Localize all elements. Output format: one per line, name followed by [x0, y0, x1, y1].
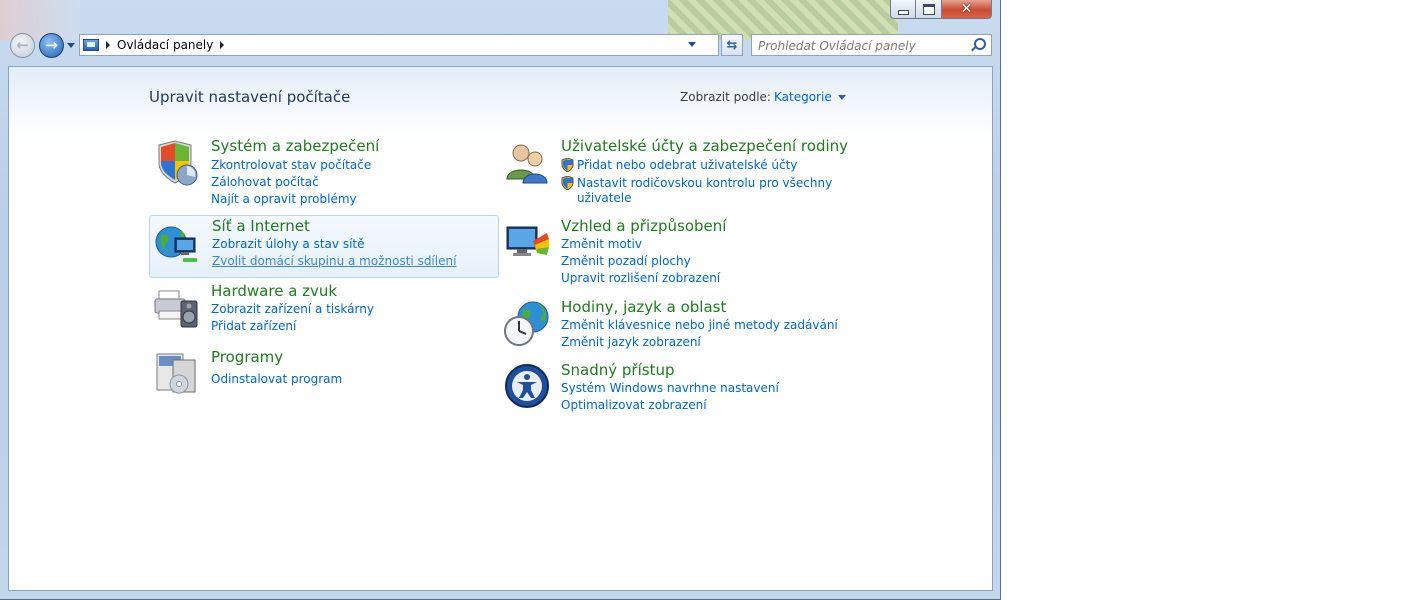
link-homegroup-sharing[interactable]: Zvolit domácí skupinu a možnosti sdílení [212, 254, 456, 268]
shield-computer-icon [158, 140, 198, 186]
link-change-desktop-background[interactable]: Změnit pozadí plochy [561, 254, 691, 268]
link-windows-suggest-settings[interactable]: Systém Windows navrhne nastavení [561, 381, 779, 395]
category-system-security: Systém a zabezpečení Zkontrolovat stav p… [149, 137, 499, 207]
close-button[interactable]: ✕ [942, 0, 992, 19]
link-change-keyboards[interactable]: Změnit klávesnice nebo jiné metody zadáv… [561, 318, 838, 332]
back-arrow-icon: ← [16, 36, 29, 54]
link-find-fix-problems[interactable]: Najít a opravit problémy [211, 192, 357, 206]
uac-shield-icon [561, 176, 574, 190]
search-input[interactable] [752, 36, 968, 56]
category-title-network-internet[interactable]: Síť a Internet [212, 217, 310, 235]
category-appearance: Vzhled a přizpůsobení Změnit motiv Změni… [499, 217, 859, 287]
link-uninstall-program[interactable]: Odinstalovat program [211, 372, 342, 386]
back-button[interactable]: ← [10, 33, 35, 58]
category-title-programs[interactable]: Programy [211, 348, 283, 366]
monitor-palette-icon [506, 226, 549, 256]
globe-network-icon [155, 226, 197, 262]
link-adjust-screen-resolution[interactable]: Upravit rozlišení zobrazení [561, 271, 720, 285]
link-check-computer-status[interactable]: Zkontrolovat stav počítače [211, 158, 371, 172]
maximize-icon [922, 3, 935, 15]
link-parental-controls[interactable]: Nastavit rodičovskou kontrolu pro všechn… [577, 176, 847, 206]
category-title-appearance[interactable]: Vzhled a přizpůsobení [561, 217, 726, 235]
breadcrumb-separator-icon[interactable] [220, 41, 225, 49]
address-history-dropdown[interactable] [688, 42, 696, 47]
search-icon[interactable] [974, 38, 986, 50]
breadcrumb-control-panel[interactable]: Ovládací panely [117, 38, 213, 52]
forward-button[interactable]: → [39, 33, 64, 58]
link-change-display-language[interactable]: Změnit jazyk zobrazení [561, 335, 701, 349]
category-title-system-security[interactable]: Systém a zabezpečení [211, 137, 379, 155]
recent-pages-dropdown[interactable] [67, 43, 75, 48]
forward-arrow-icon: → [45, 36, 58, 54]
category-title-clock-language-region[interactable]: Hodiny, jazyk a oblast [561, 298, 726, 316]
category-programs: Programy Odinstalovat program [149, 348, 499, 396]
printer-speaker-icon [154, 290, 198, 328]
refresh-icon: ⇆ [726, 37, 738, 53]
breadcrumb-separator-icon[interactable] [106, 41, 110, 49]
category-title-user-accounts[interactable]: Uživatelské účty a zabezpečení rodiny [561, 137, 848, 155]
control-panel-icon [83, 39, 99, 51]
category-ease-of-access: Snadný přístup Systém Windows navrhne na… [499, 360, 859, 415]
caption-buttons: ✕ [890, 0, 992, 19]
maximize-button[interactable] [916, 0, 942, 19]
link-optimize-display[interactable]: Optimalizovat zobrazení [561, 398, 707, 412]
page-title: Upravit nastavení počítače [149, 88, 351, 106]
link-view-network-status[interactable]: Zobrazit úlohy a stav sítě [212, 237, 365, 251]
address-bar[interactable]: Ovládací panely [79, 34, 719, 56]
view-by-label: Zobrazit podle: [680, 90, 771, 104]
clock-globe-icon [504, 301, 549, 346]
link-change-theme[interactable]: Změnit motiv [561, 237, 642, 251]
minimize-button[interactable] [890, 0, 916, 19]
programs-box-icon [156, 353, 196, 394]
category-user-accounts: Uživatelské účty a zabezpečení rodiny Př… [499, 137, 859, 207]
navigation-bar: ← → Ovládací panely ⇆ [8, 33, 992, 59]
link-add-device[interactable]: Přidat zařízení [211, 319, 296, 333]
chevron-down-icon [837, 94, 846, 100]
ease-of-access-icon [505, 364, 549, 408]
view-by-dropdown[interactable]: Kategorie [774, 90, 846, 104]
link-add-remove-users[interactable]: Přidat nebo odebrat uživatelské účty [577, 158, 797, 172]
category-clock-language-region: Hodiny, jazyk a oblast Změnit klávesnice… [499, 297, 859, 352]
category-title-hardware-sound[interactable]: Hardware a zvuk [211, 282, 337, 300]
link-view-devices-printers[interactable]: Zobrazit zařízení a tiskárny [211, 302, 374, 316]
view-by-value[interactable]: Kategorie [774, 90, 832, 104]
close-icon: ✕ [960, 1, 973, 17]
category-hardware-sound: Hardware a zvuk Zobrazit zařízení a tisk… [149, 281, 499, 336]
control-panel-window: ✕ ← → Ovládací panely ⇆ Upravit nastaven… [0, 0, 1001, 600]
category-network-internet[interactable]: Síť a Internet Zobrazit úlohy a stav sít… [149, 215, 499, 278]
link-backup-computer[interactable]: Zálohovat počítač [211, 175, 319, 189]
users-icon [506, 144, 548, 184]
minimize-icon [897, 9, 909, 15]
content-pane: Upravit nastavení počítače Zobrazit podl… [8, 66, 993, 591]
refresh-button[interactable]: ⇆ [721, 34, 743, 56]
category-title-ease-of-access[interactable]: Snadný přístup [561, 361, 674, 379]
search-box[interactable] [751, 34, 992, 56]
uac-shield-icon [561, 158, 574, 172]
